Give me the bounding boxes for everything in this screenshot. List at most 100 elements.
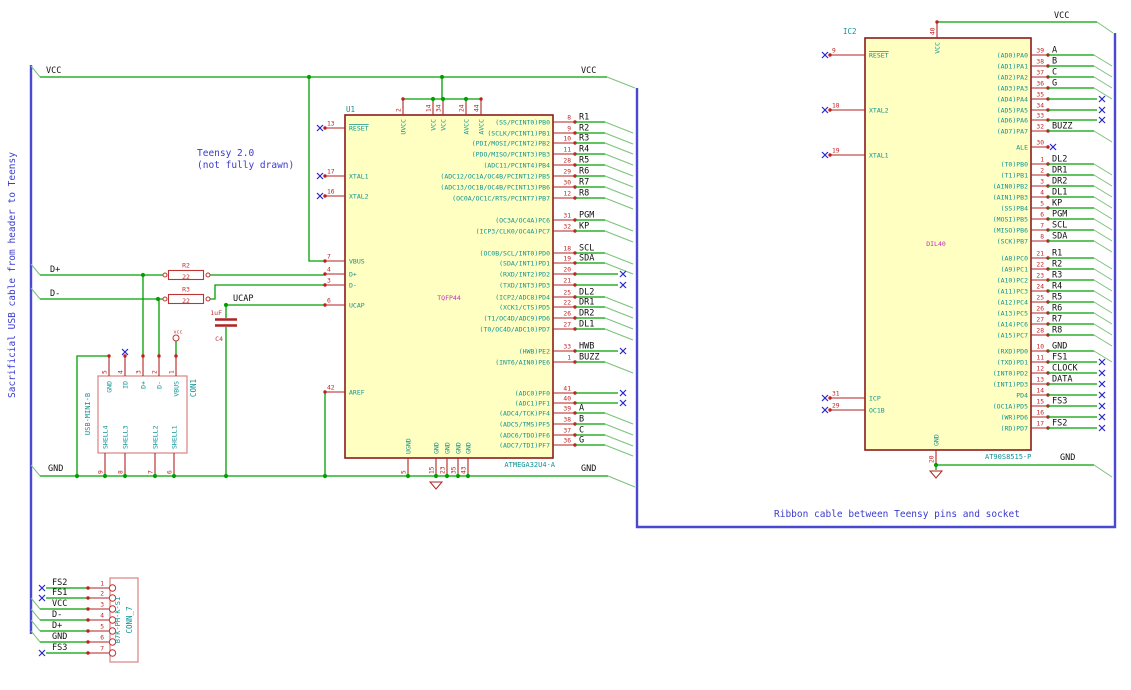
pin-number: 13: [327, 121, 335, 128]
u1-net-label: R3: [579, 134, 589, 144]
note-teensy-line1[interactable]: Teensy 2.0: [197, 148, 254, 159]
u1-net-label: B: [579, 415, 584, 425]
pin-name: (PDI/MOSI/PCINT2)PB2: [472, 139, 550, 147]
pin-name: (A10)PC2: [997, 276, 1028, 284]
pin-name: AVCC: [478, 119, 486, 135]
pin-number: 2: [1040, 168, 1044, 175]
pin-end-dot: [935, 20, 939, 24]
capacitor-c4-value: 1uF: [210, 309, 222, 317]
resistor-terminal: [205, 272, 211, 278]
pin-name: PD4: [1016, 391, 1028, 399]
ic2-net-label: R7: [1052, 315, 1062, 325]
pin-name: VCC: [934, 42, 942, 54]
pin-number: 1: [100, 581, 104, 588]
pin-name: OC1B: [869, 406, 885, 414]
pin-name: (ADC6/TDO)PF6: [499, 431, 550, 439]
junction-dot: [155, 296, 161, 302]
pin-number: 4: [100, 613, 104, 620]
pin-name: (ADC11/PCINT4)PB4: [483, 161, 550, 169]
pin-number: 29: [563, 169, 571, 176]
pin-number: 5: [401, 470, 408, 474]
pin-number: 24: [459, 104, 466, 112]
net-label-gnd-mid[interactable]: GND: [581, 464, 596, 474]
pin-number: 6: [100, 635, 104, 642]
pin-number: 34: [436, 104, 443, 112]
capacitor-c4-ref: C4: [215, 335, 223, 343]
net-label-gnd-right[interactable]: GND: [1060, 453, 1075, 463]
pin-name: GND: [455, 442, 463, 454]
ic2-ref: IC2: [843, 27, 857, 36]
pin-number: 19: [832, 148, 840, 155]
pin-number: 21: [1036, 251, 1044, 258]
pin-number: 12: [563, 191, 571, 198]
pin-number: 35: [451, 466, 458, 474]
pin-end-dot: [1046, 145, 1050, 149]
pin-number: 1: [169, 370, 176, 374]
pin-number: 27: [1036, 317, 1044, 324]
ic2-net-label: R8: [1052, 326, 1062, 336]
net-label-ucap[interactable]: UCAP: [233, 294, 253, 304]
pin-name: (AD3)PA3: [997, 84, 1028, 92]
u1-ref: U1: [346, 105, 355, 114]
pin-name: (ADC12/OC1A/OC4B/PCINT12)PB5: [440, 172, 550, 180]
note-left-vertical[interactable]: Sacrificial USB cable from header to Tee…: [7, 152, 18, 398]
vcc-symbol-label: vcc: [173, 330, 182, 336]
net-label-dplus[interactable]: D+: [50, 265, 60, 275]
pin-name: (PDO/MISO/PCINT3)PB3: [472, 150, 550, 158]
pin-name: (HWB)PE2: [519, 347, 550, 355]
pin-name: VBUS: [349, 257, 365, 265]
pin-name: (INT1)PD3: [993, 380, 1028, 388]
resistor-r2-ref: R2: [182, 262, 190, 270]
pin-number: 38: [563, 417, 571, 424]
pin-number: 41: [563, 386, 571, 393]
net-label-gnd-left[interactable]: GND: [48, 464, 63, 474]
pin-number: 26: [563, 311, 571, 318]
pin-number: 3: [100, 602, 104, 609]
ic2-net-label: R6: [1052, 304, 1062, 314]
u1-net-label: DL2: [579, 288, 594, 298]
pin-name: (ICP3/CLK0/OC4A)PC7: [476, 227, 550, 235]
ic2-net-label: FS3: [1052, 397, 1067, 407]
pin-number: 39: [563, 406, 571, 413]
pin-number: 7: [327, 254, 331, 261]
pin-number: 31: [832, 391, 840, 398]
u1-net-label: BUZZ: [579, 353, 599, 363]
ic2-net-label: DR1: [1052, 166, 1067, 176]
pin-number: 6: [1040, 212, 1044, 219]
net-label-vcc-mid[interactable]: VCC: [581, 66, 596, 76]
pin-name: GND: [933, 434, 941, 446]
pin-number: 23: [1036, 273, 1044, 280]
pin-name: (SDA/INT1)PD1: [499, 259, 550, 267]
pin-number: 6: [327, 298, 331, 305]
pin-number: 42: [327, 385, 335, 392]
junction-dot: [933, 462, 939, 468]
pin-name: (ADC5/TMS)PF5: [499, 420, 550, 428]
conn7-pin-circle: [108, 649, 117, 657]
note-ribbon-cable[interactable]: Ribbon cable between Teensy pins and soc…: [774, 509, 1020, 520]
pin-number: 16: [327, 189, 335, 196]
ic2-package: DIL40: [926, 240, 946, 248]
pin-name: XTAL1: [869, 151, 889, 159]
pin-number: 28: [1036, 328, 1044, 335]
pin-number: 2: [100, 591, 104, 598]
schematic-page: R2 22 R3 22 1uF C4 vcc VCC VCC VCC GND G…: [0, 0, 1131, 690]
note-teensy-line2[interactable]: (not fully drawn): [197, 160, 294, 171]
net-label-vcc-right[interactable]: VCC: [1054, 11, 1069, 21]
net-label-dminus[interactable]: D-: [50, 289, 60, 299]
pin-end-dot: [479, 97, 483, 101]
pin-name: (SS)PB4: [1001, 204, 1028, 212]
ic2-net-label: C: [1052, 68, 1057, 78]
pin-number: 40: [563, 396, 571, 403]
pin-number: 14: [426, 104, 433, 112]
pin-name: AVCC: [463, 119, 471, 135]
pin-number: 9: [832, 48, 836, 55]
net-label-vcc-left[interactable]: VCC: [46, 66, 61, 76]
ic2-net-label: DATA: [1052, 375, 1072, 385]
pin-name: SHELL3: [122, 425, 130, 449]
pin-name: (A13)PC5: [997, 309, 1028, 317]
resistor-r2-value: 22: [182, 273, 190, 281]
pin-name: XTAL1: [349, 172, 369, 180]
resistor-terminal: [162, 296, 168, 302]
u1-net-label: KP: [579, 222, 589, 232]
pin-number: 36: [563, 438, 571, 445]
